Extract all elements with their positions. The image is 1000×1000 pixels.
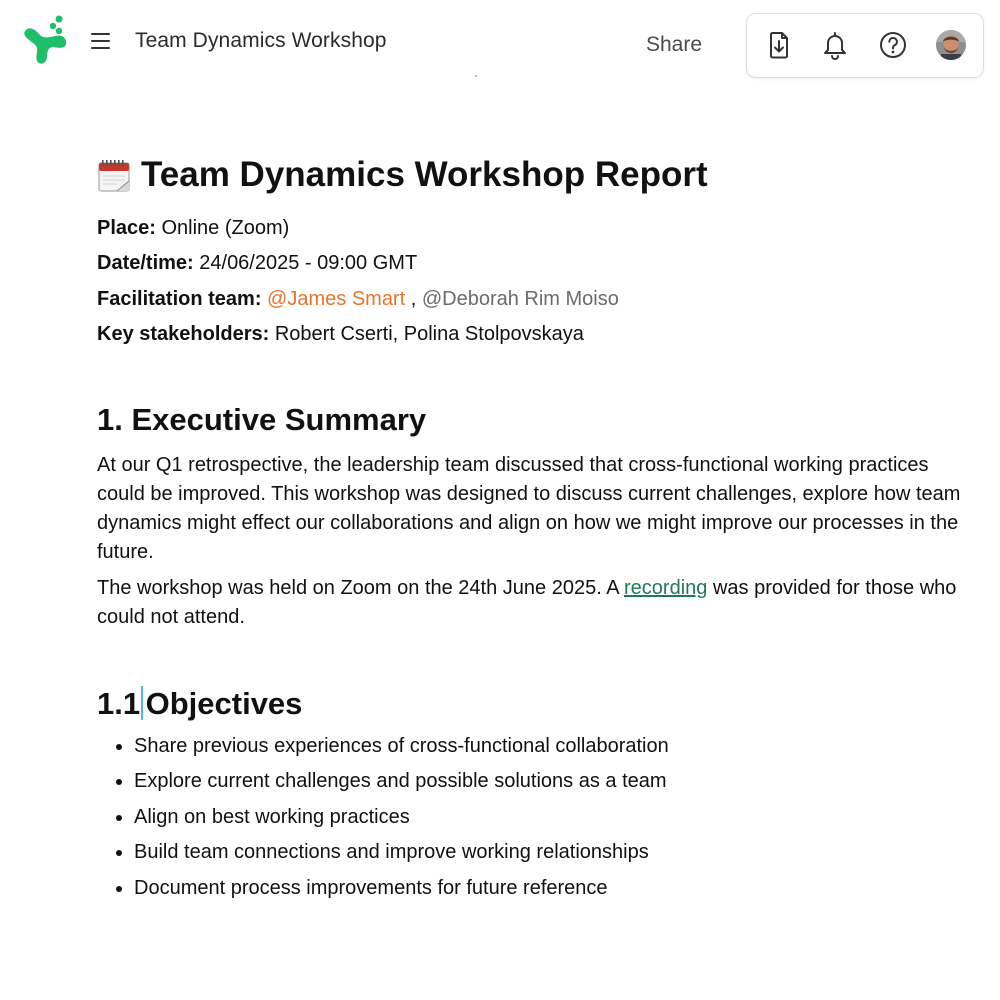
recording-link[interactable]: recording [624,577,707,599]
meta-stakeholders: Key stakeholders: Robert Cserti, Polina … [97,321,584,347]
meta-facilitation: Facilitation team: @James Smart , @Debor… [97,286,619,312]
list-item: Build team connections and improve worki… [134,839,669,865]
meta-place-value: Online (Zoom) [155,217,290,239]
divider-mark [475,75,477,77]
paragraph-2-text-before: The workshop was held on Zoom on the 24t… [97,577,625,599]
meta-datetime: Date/time: 24/06/2025 - 09:00 GMT [97,250,417,276]
list-item: Explore current challenges and possible … [134,768,669,794]
meta-datetime-label: Date/time: [97,252,194,274]
calendar-icon [98,160,130,192]
download-file-icon[interactable] [763,29,795,61]
section-heading-objectives: 1.1 Objectives [97,686,302,722]
meta-datetime-value: 24/06/2025 - 09:00 GMT [193,252,418,274]
document-title[interactable]: Team Dynamics Workshop [135,29,387,53]
executive-summary-paragraph-1: At our Q1 retrospective, the leadership … [97,454,961,563]
meta-stakeholders-value: Robert Cserti, Polina Stolpovskaya [269,323,584,345]
mention-james-smart[interactable]: @James Smart [267,288,405,310]
heading-number: 1.1 [97,686,141,721]
text-cursor [141,686,143,720]
report-title-text: Team Dynamics Workshop Report [141,155,708,194]
bell-icon[interactable] [819,29,851,61]
mention-separator: , [405,288,422,310]
meta-place-label: Place: [97,217,156,239]
meta-stakeholders-label: Key stakeholders: [97,323,270,345]
objectives-list: Share previous experiences of cross-func… [97,733,669,910]
report-title: Team Dynamics Workshop Report [97,150,708,200]
meta-place: Place: Online (Zoom) [97,215,289,241]
mention-deborah-rim-moiso[interactable]: @Deborah Rim Moiso [422,288,619,310]
list-item: Document process improvements for future… [134,875,669,901]
user-avatar[interactable] [936,30,966,60]
top-bar: Team Dynamics Workshop Share [0,0,1000,90]
list-item: Align on best working practices [134,804,669,830]
app-logo[interactable] [22,14,72,66]
meta-facilitation-label: Facilitation team: [97,288,262,310]
toolbar-actions [746,13,984,78]
executive-summary-paragraph-2: The workshop was held on Zoom on the 24t… [97,574,972,632]
help-icon[interactable] [877,29,909,61]
share-button[interactable]: Share [640,33,708,57]
hamburger-menu-icon[interactable] [90,30,112,52]
heading-text: Objectives [145,686,303,721]
list-item: Share previous experiences of cross-func… [134,733,669,759]
section-heading-executive-summary: 1. Executive Summary [97,402,427,437]
